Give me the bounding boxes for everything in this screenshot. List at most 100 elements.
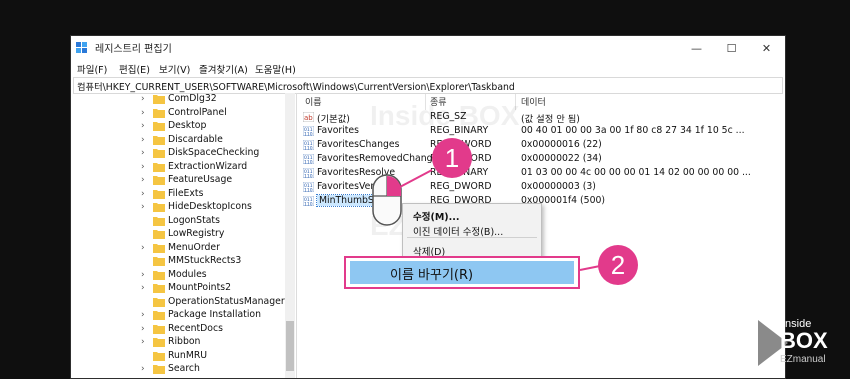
- menu-favorites[interactable]: 즐겨찾기(A): [199, 62, 248, 76]
- minimize-button[interactable]: —: [679, 36, 714, 61]
- value-name: (기본값): [317, 114, 350, 125]
- folder-icon: [153, 189, 165, 199]
- address-path: 컴퓨터\HKEY_CURRENT_USER\SOFTWARE\Microsoft…: [77, 82, 515, 93]
- folder-icon: [153, 122, 165, 131]
- chevron-right-icon[interactable]: ›: [141, 148, 145, 158]
- chevron-right-icon[interactable]: ›: [141, 243, 145, 253]
- tree-item[interactable]: › FeatureUsage: [71, 174, 286, 187]
- tree-label: Ribbon: [168, 336, 201, 347]
- address-bar[interactable]: 컴퓨터\HKEY_CURRENT_USER\SOFTWARE\Microsoft…: [73, 77, 783, 94]
- tree-item[interactable]: › Package Installation: [71, 309, 286, 322]
- tree-label: DiskSpaceChecking: [168, 147, 260, 158]
- folder-icon: [153, 351, 165, 361]
- chevron-right-icon[interactable]: ›: [141, 108, 145, 118]
- tree-label: OperationStatusManager: [168, 295, 285, 307]
- value-data: 00 40 01 00 00 3a 00 1f 80 c8 27 34 1f 1…: [521, 125, 745, 136]
- menu-divider: [407, 237, 537, 238]
- folder-icon: [153, 324, 165, 334]
- folder-icon: [153, 365, 165, 374]
- tree-item[interactable]: › FileExts: [71, 188, 286, 201]
- chevron-right-icon[interactable]: ›: [141, 202, 145, 212]
- value-name: FavoritesRemovedChanges: [317, 153, 444, 164]
- menu-item-rename[interactable]: 이름 바꾸기(R): [350, 261, 574, 284]
- column-data[interactable]: 데이터: [521, 95, 546, 108]
- svg-text:110: 110: [304, 202, 313, 207]
- folder-icon: [153, 243, 165, 253]
- tree-label: Desktop: [168, 120, 207, 131]
- tree-item[interactable]: › HideDesktopIcons: [71, 201, 286, 214]
- menu-edit[interactable]: 편집(E): [119, 62, 150, 76]
- chevron-right-icon[interactable]: ›: [141, 121, 145, 131]
- svg-text:110: 110: [304, 188, 313, 193]
- menu-view[interactable]: 보기(V): [159, 62, 190, 76]
- tree-item[interactable]: › Modules: [71, 269, 286, 282]
- menu-item-modify[interactable]: 수정(M)...: [413, 209, 459, 223]
- tree-item[interactable]: › ControlPanel: [71, 107, 286, 120]
- svg-text:110: 110: [304, 146, 313, 151]
- tree-label: ControlPanel: [168, 106, 227, 118]
- tree-label: FileExts: [168, 187, 204, 199]
- folder-icon: [153, 297, 165, 307]
- tree-item[interactable]: › MountPoints2: [71, 282, 286, 295]
- tree-label: HideDesktopIcons: [168, 201, 252, 212]
- folder-icon: [153, 338, 165, 347]
- value-row[interactable]: 011110 FavoritesChanges REG_DWORD 0x0000…: [299, 138, 785, 152]
- value-data: (값 설정 안 됨): [521, 114, 580, 125]
- binary-value-icon: 011110: [303, 182, 314, 192]
- chevron-right-icon[interactable]: ›: [141, 310, 145, 320]
- tree-label: Modules: [168, 268, 207, 280]
- tree-item[interactable]: › Search: [71, 363, 286, 376]
- folder-icon: [153, 203, 165, 212]
- chevron-right-icon[interactable]: ›: [141, 270, 145, 280]
- tree-item[interactable]: LowRegistry: [71, 228, 286, 241]
- tree-item[interactable]: › Desktop: [71, 120, 286, 133]
- rename-highlight-box: 이름 바꾸기(R): [344, 256, 580, 289]
- folder-icon: [153, 230, 165, 239]
- maximize-button[interactable]: ☐: [714, 36, 749, 61]
- tree-scrollbar[interactable]: [285, 93, 295, 378]
- chevron-right-icon[interactable]: ›: [141, 189, 145, 199]
- svg-text:ab: ab: [304, 114, 313, 122]
- chevron-right-icon[interactable]: ›: [141, 283, 145, 293]
- tree-item[interactable]: LogonStats: [71, 215, 286, 228]
- tree-item[interactable]: › ExtractionWizard: [71, 161, 286, 174]
- logo-text: EZmanual: [780, 354, 826, 365]
- tree-item[interactable]: › RecentDocs: [71, 323, 286, 336]
- tree-label: LogonStats: [168, 214, 220, 226]
- tree-item[interactable]: MMStuckRects3: [71, 255, 286, 268]
- tree-label: FeatureUsage: [168, 174, 233, 185]
- tree-item[interactable]: OperationStatusManager: [71, 296, 286, 309]
- tree-item[interactable]: › ComDlg32: [71, 93, 286, 106]
- chevron-right-icon[interactable]: ›: [141, 324, 145, 334]
- step-badge-2: 2: [598, 245, 638, 285]
- chevron-right-icon[interactable]: ›: [141, 175, 145, 185]
- value-name: Favorites: [317, 125, 359, 136]
- column-name[interactable]: 이름: [305, 95, 322, 108]
- tree-label: MountPoints2: [168, 282, 231, 293]
- tree-label: MenuOrder: [168, 241, 220, 253]
- chevron-right-icon[interactable]: ›: [141, 94, 145, 104]
- chevron-right-icon[interactable]: ›: [141, 135, 145, 145]
- binary-value-icon: 011110: [303, 196, 314, 206]
- close-button[interactable]: ✕: [749, 36, 784, 61]
- value-row[interactable]: 011110 FavoritesRemovedChanges REG_DWORD…: [299, 152, 785, 166]
- tree-item[interactable]: › Ribbon: [71, 336, 286, 349]
- folder-icon: [153, 176, 165, 185]
- menu-file[interactable]: 파일(F): [77, 62, 107, 76]
- tree-item[interactable]: › MenuOrder: [71, 242, 286, 255]
- chevron-right-icon[interactable]: ›: [141, 364, 145, 374]
- value-data: 01 03 00 00 4c 00 00 00 01 14 02 00 00 0…: [521, 167, 751, 178]
- svg-text:110: 110: [304, 132, 313, 137]
- chevron-right-icon[interactable]: ›: [141, 162, 145, 172]
- tree-label: Search: [168, 363, 200, 374]
- context-menu: 수정(M)... 이진 데이터 수정(B)... 삭제(D): [402, 203, 542, 258]
- tree-item[interactable]: › Discardable: [71, 134, 286, 147]
- string-value-icon: ab: [303, 112, 314, 122]
- tree-label: Discardable: [168, 133, 223, 145]
- menu-item-modify-binary[interactable]: 이진 데이터 수정(B)...: [413, 224, 503, 238]
- tree-item[interactable]: › DiskSpaceChecking: [71, 147, 286, 160]
- chevron-right-icon[interactable]: ›: [141, 337, 145, 347]
- menu-help[interactable]: 도움말(H): [255, 62, 296, 76]
- tree-item[interactable]: RunMRU: [71, 350, 286, 363]
- scrollbar-thumb[interactable]: [286, 321, 294, 371]
